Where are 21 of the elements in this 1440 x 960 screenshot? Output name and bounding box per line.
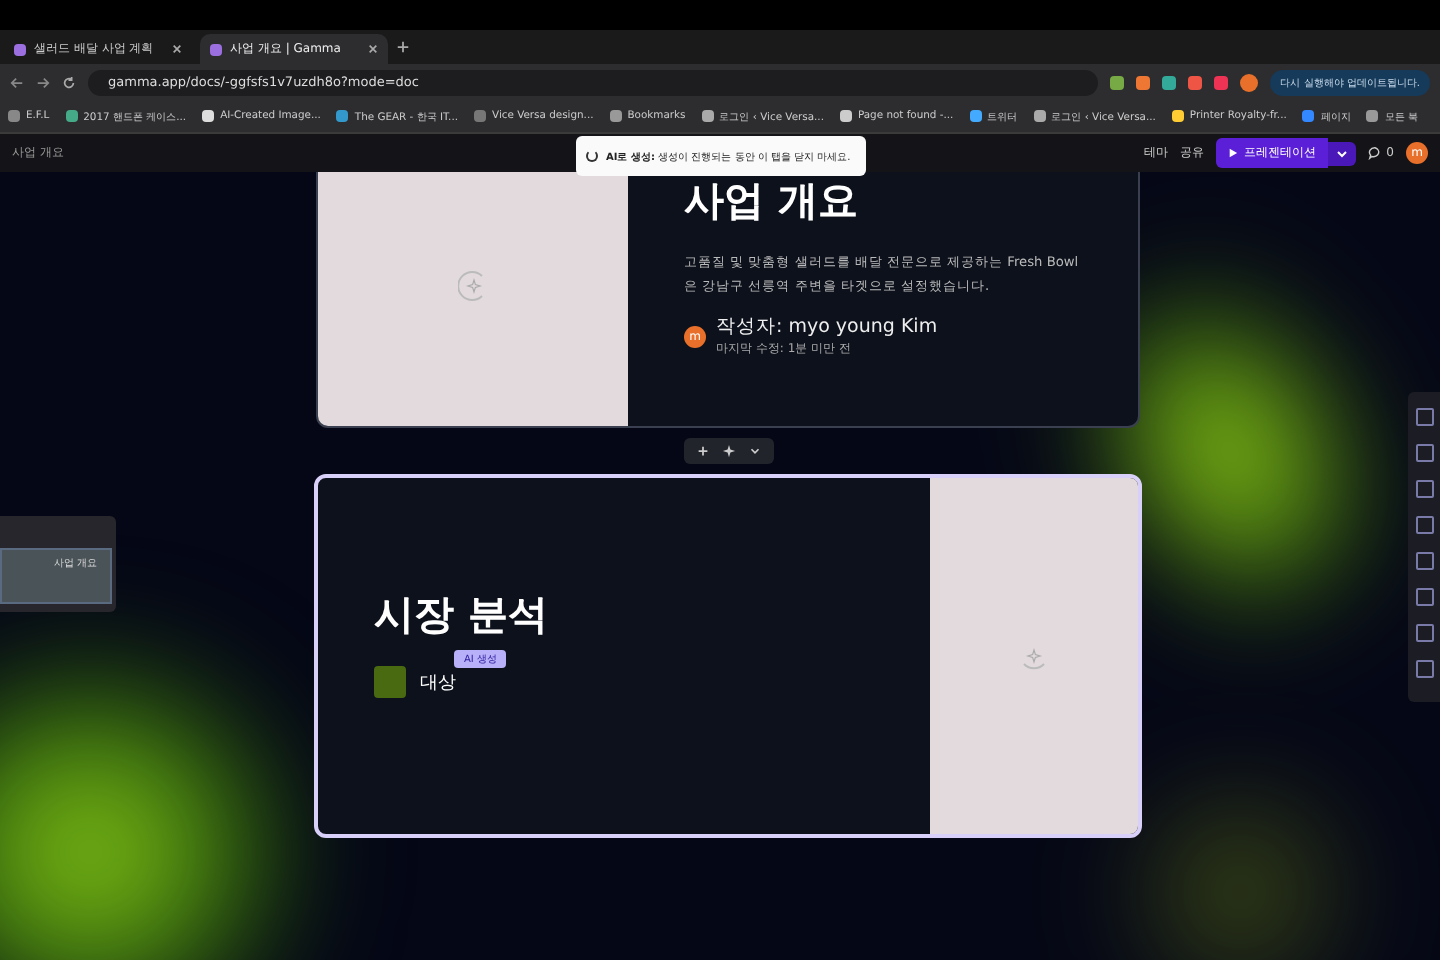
add-icon[interactable] [695,444,709,458]
list-item-text: 대상 [420,671,456,695]
profile-avatar[interactable] [1240,73,1259,91]
close-icon[interactable] [368,44,378,54]
tab-favicon-icon [210,43,222,55]
back-icon[interactable] [10,75,24,89]
new-tab-icon[interactable] [396,40,410,54]
tab-favicon-icon [14,43,26,55]
sparkle-icon[interactable] [721,444,735,458]
caret-icon[interactable] [747,444,761,458]
author-name: 작성자: myo young Kim [716,314,938,341]
caret-icon [1336,147,1349,159]
slide-title: 시장 분석 [374,588,550,642]
close-icon[interactable] [172,44,182,54]
spinner-icon [586,150,598,162]
reload-icon[interactable] [62,75,76,89]
play-icon [1228,148,1239,158]
forward-icon[interactable] [36,75,50,89]
dropdown-button[interactable] [1328,141,1357,165]
list-icon [374,666,406,698]
slide-title: 사업 개요 [684,174,860,228]
